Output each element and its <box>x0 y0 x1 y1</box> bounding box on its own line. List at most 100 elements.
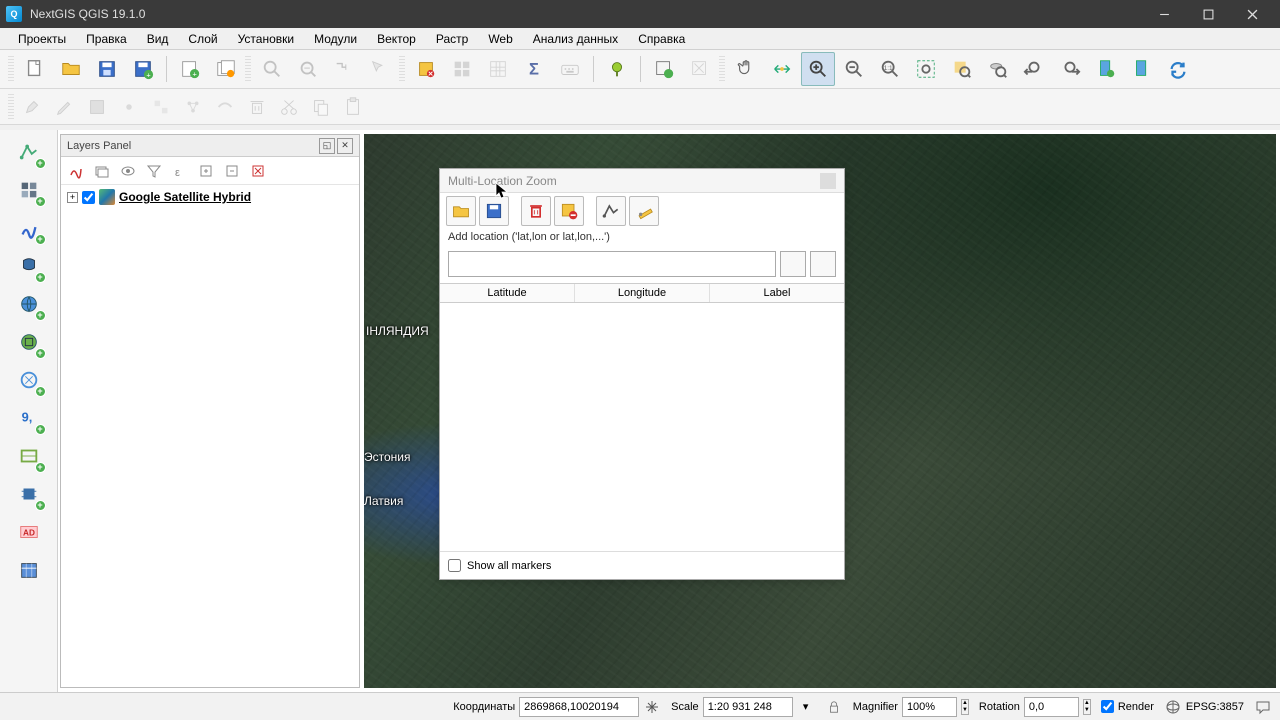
select-caret-button[interactable] <box>327 52 361 86</box>
edit-pencil-button[interactable] <box>50 92 80 122</box>
mlz-add-button[interactable] <box>780 251 806 277</box>
style-button[interactable] <box>65 160 87 182</box>
edit-button[interactable] <box>18 92 48 122</box>
mlz-showall-checkbox[interactable] <box>448 559 461 572</box>
render-checkbox[interactable] <box>1101 700 1114 713</box>
menu-analysis[interactable]: Анализ данных <box>523 30 628 48</box>
zoom-button[interactable] <box>255 52 289 86</box>
add-vector-button[interactable]: + <box>13 136 45 168</box>
scale-dropdown-icon[interactable]: ▾ <box>797 698 815 716</box>
expand-button[interactable] <box>195 160 217 182</box>
visibility-button[interactable] <box>117 160 139 182</box>
menu-raster[interactable]: Растр <box>426 30 478 48</box>
mlz-clear-button[interactable] <box>554 196 584 226</box>
mlz-delete-button[interactable] <box>521 196 551 226</box>
add-calendar-button[interactable] <box>13 554 45 586</box>
node-tool-button[interactable] <box>178 92 208 122</box>
menu-web[interactable]: Web <box>478 30 522 48</box>
sigma-button[interactable]: Σ <box>517 52 551 86</box>
delete-button[interactable] <box>242 92 272 122</box>
mlz-col-lat[interactable]: Latitude <box>440 284 575 302</box>
zoom-full-button[interactable] <box>909 52 943 86</box>
layer-row[interactable]: + Google Satellite Hybrid <box>67 189 353 205</box>
menu-help[interactable]: Справка <box>628 30 695 48</box>
zoom-next-button[interactable] <box>1053 52 1087 86</box>
expand-toggle[interactable]: + <box>67 192 78 203</box>
menu-plugins[interactable]: Модули <box>304 30 367 48</box>
copy-button[interactable] <box>306 92 336 122</box>
layer-checkbox[interactable] <box>82 191 95 204</box>
field-calc-button[interactable] <box>445 52 479 86</box>
add-group-button[interactable] <box>91 160 113 182</box>
lock-icon[interactable] <box>825 698 843 716</box>
add-feature-button[interactable] <box>114 92 144 122</box>
panel-undock-button[interactable]: ◱ <box>319 138 335 154</box>
zoom-out-button[interactable] <box>837 52 871 86</box>
marker-button[interactable] <box>600 52 634 86</box>
keyboard-button[interactable] <box>553 52 587 86</box>
mlz-settings-button[interactable] <box>629 196 659 226</box>
mlz-pick-button[interactable] <box>810 251 836 277</box>
mlz-table-body[interactable] <box>440 303 844 551</box>
zoom-native-button[interactable]: 1:1 <box>873 52 907 86</box>
add-mesh-button[interactable]: + <box>13 212 45 244</box>
menu-vector[interactable]: Вектор <box>367 30 426 48</box>
cut-button[interactable] <box>274 92 304 122</box>
paste-button[interactable] <box>338 92 368 122</box>
crs-icon[interactable] <box>1164 698 1182 716</box>
add-raster-button[interactable]: + <box>13 174 45 206</box>
mlz-input[interactable] <box>448 251 776 277</box>
add-csv-button[interactable]: 9,+ <box>13 402 45 434</box>
mlz-col-lon[interactable]: Longitude <box>575 284 710 302</box>
menu-view[interactable]: Вид <box>137 30 179 48</box>
open-project-button[interactable] <box>54 52 88 86</box>
coord-value[interactable] <box>519 697 639 717</box>
mlz-col-label[interactable]: Label <box>710 284 844 302</box>
messages-icon[interactable] <box>1254 698 1272 716</box>
mlz-vector-button[interactable] <box>596 196 626 226</box>
reshape-button[interactable] <box>210 92 240 122</box>
pan-selection-button[interactable] <box>765 52 799 86</box>
menu-edit[interactable]: Правка <box>76 30 137 48</box>
add-ad-button[interactable]: AD <box>13 516 45 548</box>
extents-icon[interactable] <box>643 698 661 716</box>
grid-button[interactable] <box>481 52 515 86</box>
layer-name[interactable]: Google Satellite Hybrid <box>119 190 251 204</box>
menu-layer[interactable]: Слой <box>178 30 227 48</box>
epsg-label[interactable]: EPSG:3857 <box>1186 701 1244 713</box>
add-wfs-button[interactable]: + <box>13 364 45 396</box>
bookmarks-button[interactable] <box>1125 52 1159 86</box>
minimize-button[interactable] <box>1142 0 1186 28</box>
zoom-last-button[interactable] <box>1017 52 1051 86</box>
mlz-save-button[interactable] <box>479 196 509 226</box>
refresh-button[interactable] <box>1161 52 1195 86</box>
menu-projects[interactable]: Проекты <box>8 30 76 48</box>
expression-button[interactable]: ε <box>169 160 191 182</box>
layers-tree[interactable]: + Google Satellite Hybrid <box>61 185 359 687</box>
collapse-button[interactable] <box>221 160 243 182</box>
new-project-button[interactable] <box>18 52 52 86</box>
new-layout-button[interactable]: + <box>173 52 207 86</box>
save-project-button[interactable] <box>90 52 124 86</box>
rot-spinner[interactable]: ▲▼ <box>1083 699 1091 715</box>
menu-settings[interactable]: Установки <box>228 30 304 48</box>
rot-value[interactable] <box>1024 697 1079 717</box>
zoom-all-button[interactable] <box>291 52 325 86</box>
mag-spinner[interactable]: ▲▼ <box>961 699 969 715</box>
bookmark-new-button[interactable] <box>1089 52 1123 86</box>
yellow-box-button[interactable] <box>409 52 443 86</box>
pan-button[interactable] <box>729 52 763 86</box>
identify-button[interactable] <box>363 52 397 86</box>
zoom-in-button[interactable] <box>801 52 835 86</box>
zoom-layer-button[interactable] <box>981 52 1015 86</box>
edit-save-button[interactable] <box>82 92 112 122</box>
filter-button[interactable] <box>143 160 165 182</box>
add-wms-button[interactable]: + <box>13 288 45 320</box>
add-virtual-button[interactable]: + <box>13 440 45 472</box>
close-button[interactable] <box>1230 0 1274 28</box>
remove-layer-button[interactable] <box>247 160 269 182</box>
mag-value[interactable] <box>902 697 957 717</box>
panel-close-button[interactable]: ✕ <box>337 138 353 154</box>
move-feature-button[interactable] <box>146 92 176 122</box>
zoom-selection-button[interactable] <box>945 52 979 86</box>
